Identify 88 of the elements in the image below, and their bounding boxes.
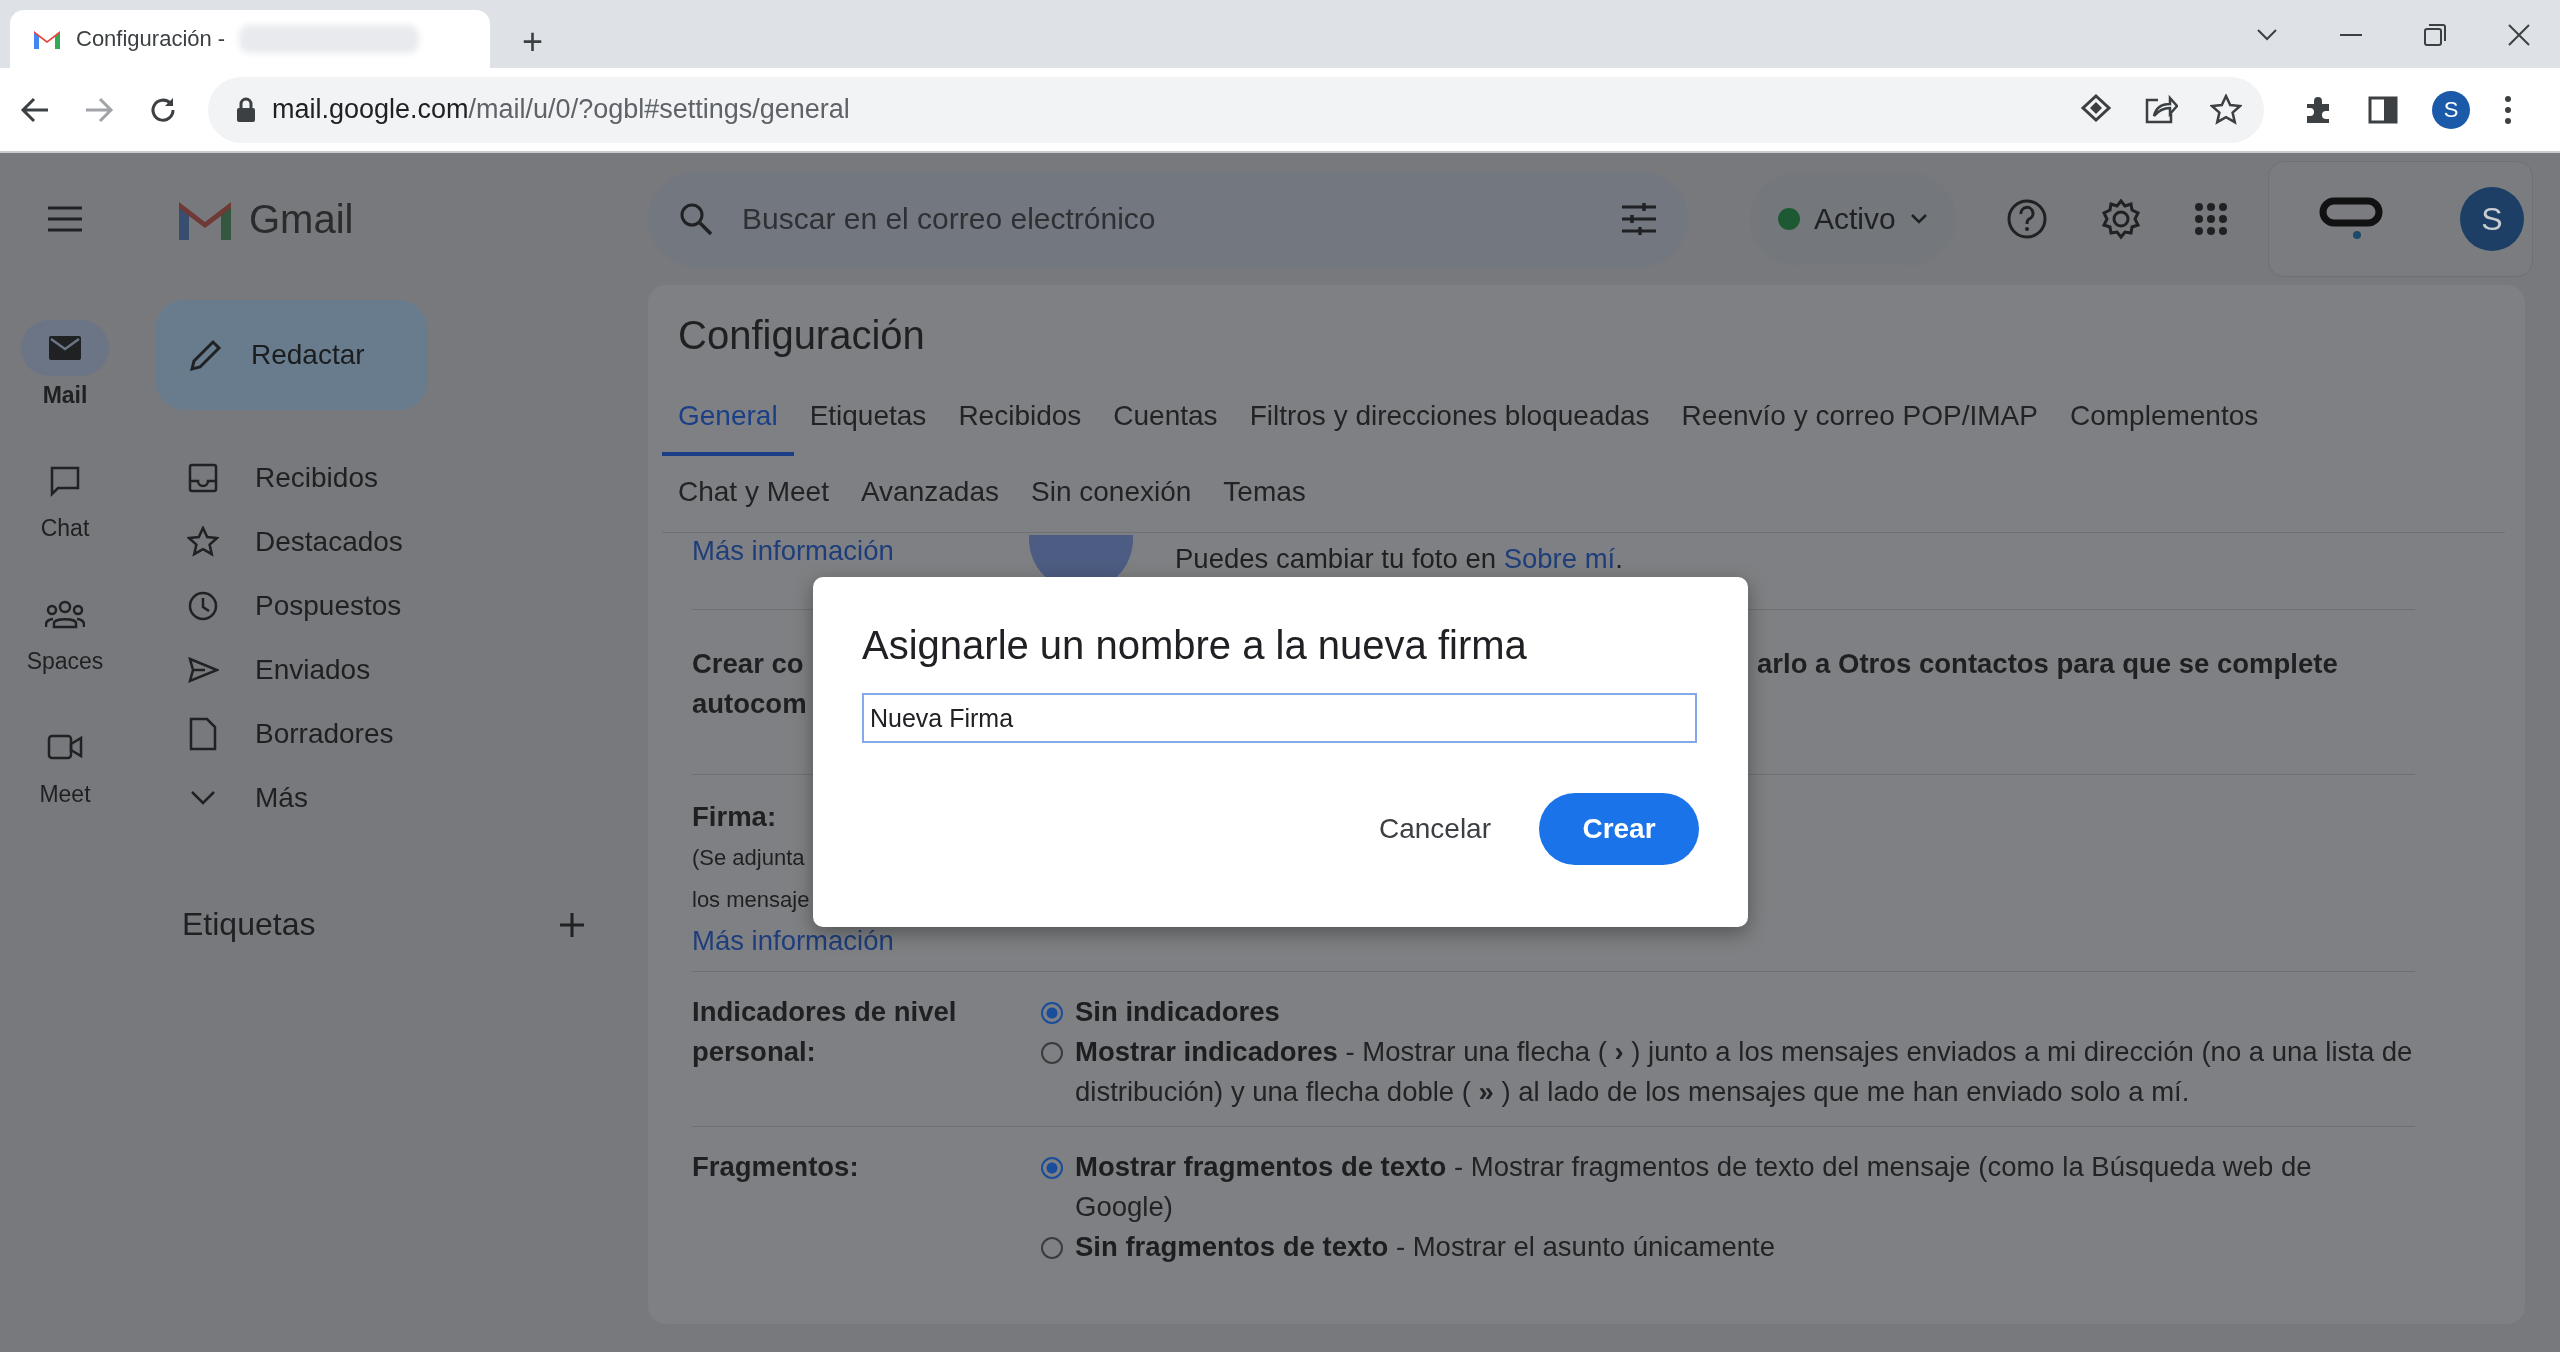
lock-icon (236, 96, 256, 123)
new-tab-button[interactable]: + (522, 24, 544, 60)
envelope-icon (48, 335, 82, 361)
settings-tab[interactable]: Chat y Meet (662, 454, 845, 532)
app-rail-item[interactable]: Spaces (21, 586, 109, 675)
setting-label: Firma: (692, 800, 777, 834)
more-info-link[interactable]: Más información (692, 535, 1029, 567)
help-icon[interactable] (2005, 198, 2048, 240)
share-icon[interactable] (2144, 93, 2178, 124)
link-logo-icon[interactable] (2319, 197, 2383, 241)
setting-label: Indicadores de nivel personal: (692, 996, 957, 1067)
about-me-link[interactable]: Sobre mí (1503, 543, 1616, 574)
option-label: Sin indicadores (1075, 995, 1280, 1029)
chevron-down-icon[interactable] (2256, 28, 2278, 42)
settings-tab[interactable]: Temas (1207, 454, 1322, 532)
signature-name-field[interactable]: Nueva Firma (862, 693, 1697, 743)
status-dropdown[interactable]: Activo (1750, 173, 1956, 265)
settings-icon[interactable] (2099, 198, 2142, 240)
radio-button[interactable] (1041, 1237, 1063, 1259)
send-arrow-icon (187, 656, 219, 684)
search-input[interactable]: Buscar en el correo electrónico (740, 201, 1594, 237)
setting-note: los mensaje (692, 886, 810, 914)
back-arrow-icon[interactable] (20, 95, 50, 124)
restore-icon[interactable] (2424, 24, 2446, 46)
close-icon[interactable] (2508, 24, 2530, 46)
setting-label: Fragmentos: (692, 1151, 859, 1182)
pencil-icon (189, 338, 223, 372)
option-label: Sin fragmentos de texto - Mostrar el asunto únicamente (1075, 1230, 1775, 1264)
option-label: Mostrar indicadores - Mostrar una flecha ( › ) junto a los mensajes enviados a mi dirección (no a una lista de distribución) y una flecha doble ( » ) al lado de los mensajes que me han enviado solo a mí. (1075, 1035, 2414, 1109)
video-camera-icon (47, 733, 83, 761)
radio-button[interactable] (1041, 1002, 1063, 1024)
settings-tab[interactable]: Sin conexión (1015, 454, 1208, 532)
status-dot (1778, 208, 1800, 230)
settings-tab[interactable]: Complementos (2053, 378, 2275, 456)
nav-item[interactable]: Recibidos (130, 446, 570, 510)
radio-button[interactable] (1041, 1042, 1063, 1064)
chat-bubble-icon (49, 465, 81, 497)
setting-note: (Se adjunta (692, 844, 805, 872)
tab-title: Configuración - (76, 26, 226, 52)
url-text: mail.google.com/mail/u/0/?ogbl#settings/general (272, 94, 850, 125)
side-panel-icon[interactable] (2368, 95, 2398, 124)
caret-icon (1909, 213, 1928, 225)
menu-icon[interactable] (46, 205, 84, 233)
more-info-link[interactable]: Más información (692, 921, 894, 961)
search-field[interactable]: Buscar en el correo electrónico (648, 171, 1688, 267)
nav-item[interactable]: Destacados (130, 510, 570, 574)
settings-tab[interactable]: Recibidos (942, 378, 1098, 456)
settings-tab[interactable]: Etiquetas (793, 378, 943, 456)
option-label: Mostrar fragmentos de texto - Mostrar fragmentos de texto del mensaje (como la Búsqueda web de Google) (1075, 1150, 2313, 1224)
gmail-wordmark: Gmail (249, 196, 354, 242)
minimize-icon[interactable] (2340, 33, 2362, 37)
profile-avatar[interactable]: S (2432, 90, 2470, 129)
settings-tab[interactable]: Avanzadas (844, 454, 1015, 532)
address-bar[interactable]: mail.google.com/mail/u/0/?ogbl#settings/general (208, 76, 2264, 143)
document-icon (187, 717, 219, 751)
app-rail-item[interactable]: Chat (21, 453, 109, 542)
create-button[interactable]: Crear (1539, 793, 1699, 865)
compose-button[interactable]: Redactar (155, 300, 428, 410)
people-icon (45, 599, 85, 629)
nav-item[interactable]: Borradores (130, 702, 570, 766)
settings-tab[interactable]: General (662, 378, 794, 456)
inbox-tray-icon (187, 462, 219, 494)
search-icon (678, 201, 714, 237)
browser-tab[interactable]: Configuración - (10, 10, 490, 68)
settings-tab[interactable]: Filtros y direcciones bloqueadas (1233, 378, 1666, 456)
nav-item[interactable]: Más (130, 766, 570, 830)
setting-text: arlo a Otros contactos para que se complete (1757, 647, 2338, 681)
account-avatar[interactable]: S (2460, 187, 2524, 251)
cancel-button[interactable]: Cancelar (1360, 793, 1509, 865)
bookmark-star-icon[interactable] (2210, 93, 2242, 126)
diamond-icon[interactable] (2080, 93, 2112, 122)
settings-tab[interactable]: Cuentas (1097, 378, 1234, 456)
photo-hint-text: Puedes cambiar tu foto en Sobre mí. (1175, 543, 1623, 575)
settings-tab[interactable]: Reenvío y correo POP/IMAP (1665, 378, 2054, 456)
star-icon (187, 526, 219, 558)
clock-icon (187, 590, 219, 622)
radio-button[interactable] (1041, 1157, 1063, 1179)
setting-label: Crear co autocom (692, 647, 807, 721)
app-rail-item[interactable]: Meet (21, 719, 109, 808)
page-title: Configuración (678, 313, 925, 358)
apps-grid-icon[interactable] (2193, 202, 2228, 236)
add-icon[interactable] (558, 910, 586, 939)
nav-item[interactable]: Pospuestos (130, 574, 570, 638)
labels-heading: Etiquetas (182, 906, 316, 943)
dialog-title: Asignarle un nombre a la nueva firma (862, 623, 1527, 668)
nav-item[interactable]: Enviados (130, 638, 570, 702)
filter-sliders-icon[interactable] (1620, 202, 1658, 236)
more-vertical-icon[interactable] (2504, 94, 2512, 125)
